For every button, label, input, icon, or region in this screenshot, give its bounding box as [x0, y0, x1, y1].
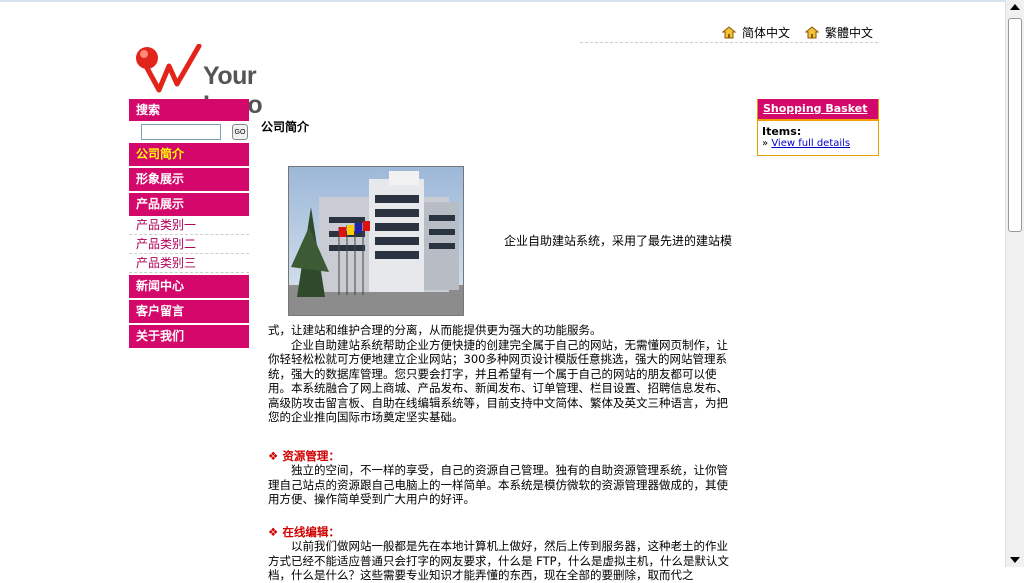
nav-subitem-category-3[interactable]: 产品类别三 [129, 254, 249, 273]
top-border [0, 0, 1006, 2]
search-row: GO [129, 121, 249, 143]
search-go-button[interactable]: GO [232, 124, 248, 140]
nav-subitem-category-1[interactable]: 产品类别一 [129, 216, 249, 235]
search-title: 搜索 [129, 99, 249, 121]
intro-continuation: 式，让建站和维护合理的分离，从而能提供更为强大的功能服务。 [268, 323, 602, 337]
lang-traditional-label: 繁體中文 [825, 26, 874, 40]
search-input[interactable] [141, 124, 221, 140]
view-full-details-link[interactable]: View full details [771, 138, 850, 149]
site-logo[interactable]: Your Logo [133, 43, 313, 119]
shopping-basket-title[interactable]: Shopping Basket [758, 99, 878, 121]
nav-item-company-intro[interactable]: 公司简介 [129, 143, 249, 166]
nav-item-image-display[interactable]: 形象展示 [129, 168, 249, 191]
sidebar: 搜索 GO 公司简介 形象展示 产品展示 产品类别一 产品类别二 产品类别三 新… [129, 99, 249, 350]
home-icon [805, 26, 819, 39]
nav-subitem-category-2[interactable]: 产品类别二 [129, 235, 249, 254]
section-online-edit-text: 以前我们做网站一般都是先在本地计算机上做好，然后上传到服务器，这种老土的作业方式… [268, 539, 730, 582]
double-chevron-icon: » [762, 138, 769, 149]
nav-item-news[interactable]: 新闻中心 [129, 275, 249, 298]
scroll-up-icon[interactable] [1010, 4, 1020, 10]
lang-simplified[interactable]: 简体中文 [722, 24, 790, 41]
intro-text-right: 企业自助建站系统，采用了最先进的建站模 [504, 234, 733, 248]
shopping-basket: Shopping Basket Items: » View full detai… [757, 99, 879, 156]
lang-traditional[interactable]: 繁體中文 [805, 24, 873, 41]
scroll-thumb[interactable] [1008, 18, 1022, 232]
lang-simplified-label: 简体中文 [742, 26, 791, 40]
basket-link-row: » View full details [758, 138, 878, 149]
basket-items-label: Items: [762, 125, 802, 138]
logo-mark-icon [136, 43, 202, 93]
vertical-scrollbar[interactable] [1005, 0, 1024, 567]
nav-item-about-us[interactable]: 关于我们 [129, 325, 249, 348]
body-text: 式，让建站和维护合理的分离，从而能提供更为强大的功能服务。 企业自助建站系统帮助… [268, 323, 738, 583]
section-resource-heading: ❖ 资源管理： [268, 448, 340, 463]
section-resource-text: 独立的空间，不一样的享受，自己的资源自己管理。独有的自助资源管理系统，让你管理自… [268, 463, 728, 506]
intro-paragraph: 企业自助建站系统帮助企业方便快捷的创建完全属于自己的网站，无需懂网页制作，让你轻… [268, 337, 728, 425]
section-online-edit-heading: ❖ 在线编辑： [268, 524, 340, 539]
nav-item-products[interactable]: 产品展示 [129, 193, 249, 216]
company-building-photo [288, 166, 464, 316]
home-icon [722, 26, 736, 39]
page-title: 公司简介 [261, 120, 310, 134]
main-content: 公司简介 企业自助建站系统，采用了最先进的建站模 式，让建站和维护合理的分离，从… [261, 118, 741, 582]
nav-item-guestbook[interactable]: 客户留言 [129, 300, 249, 323]
diamond-bullet-icon: ❖ [268, 448, 279, 463]
diamond-bullet-icon: ❖ [268, 524, 279, 539]
language-bar: 简体中文 繁體中文 [580, 22, 878, 43]
scroll-down-icon[interactable] [1010, 557, 1020, 563]
